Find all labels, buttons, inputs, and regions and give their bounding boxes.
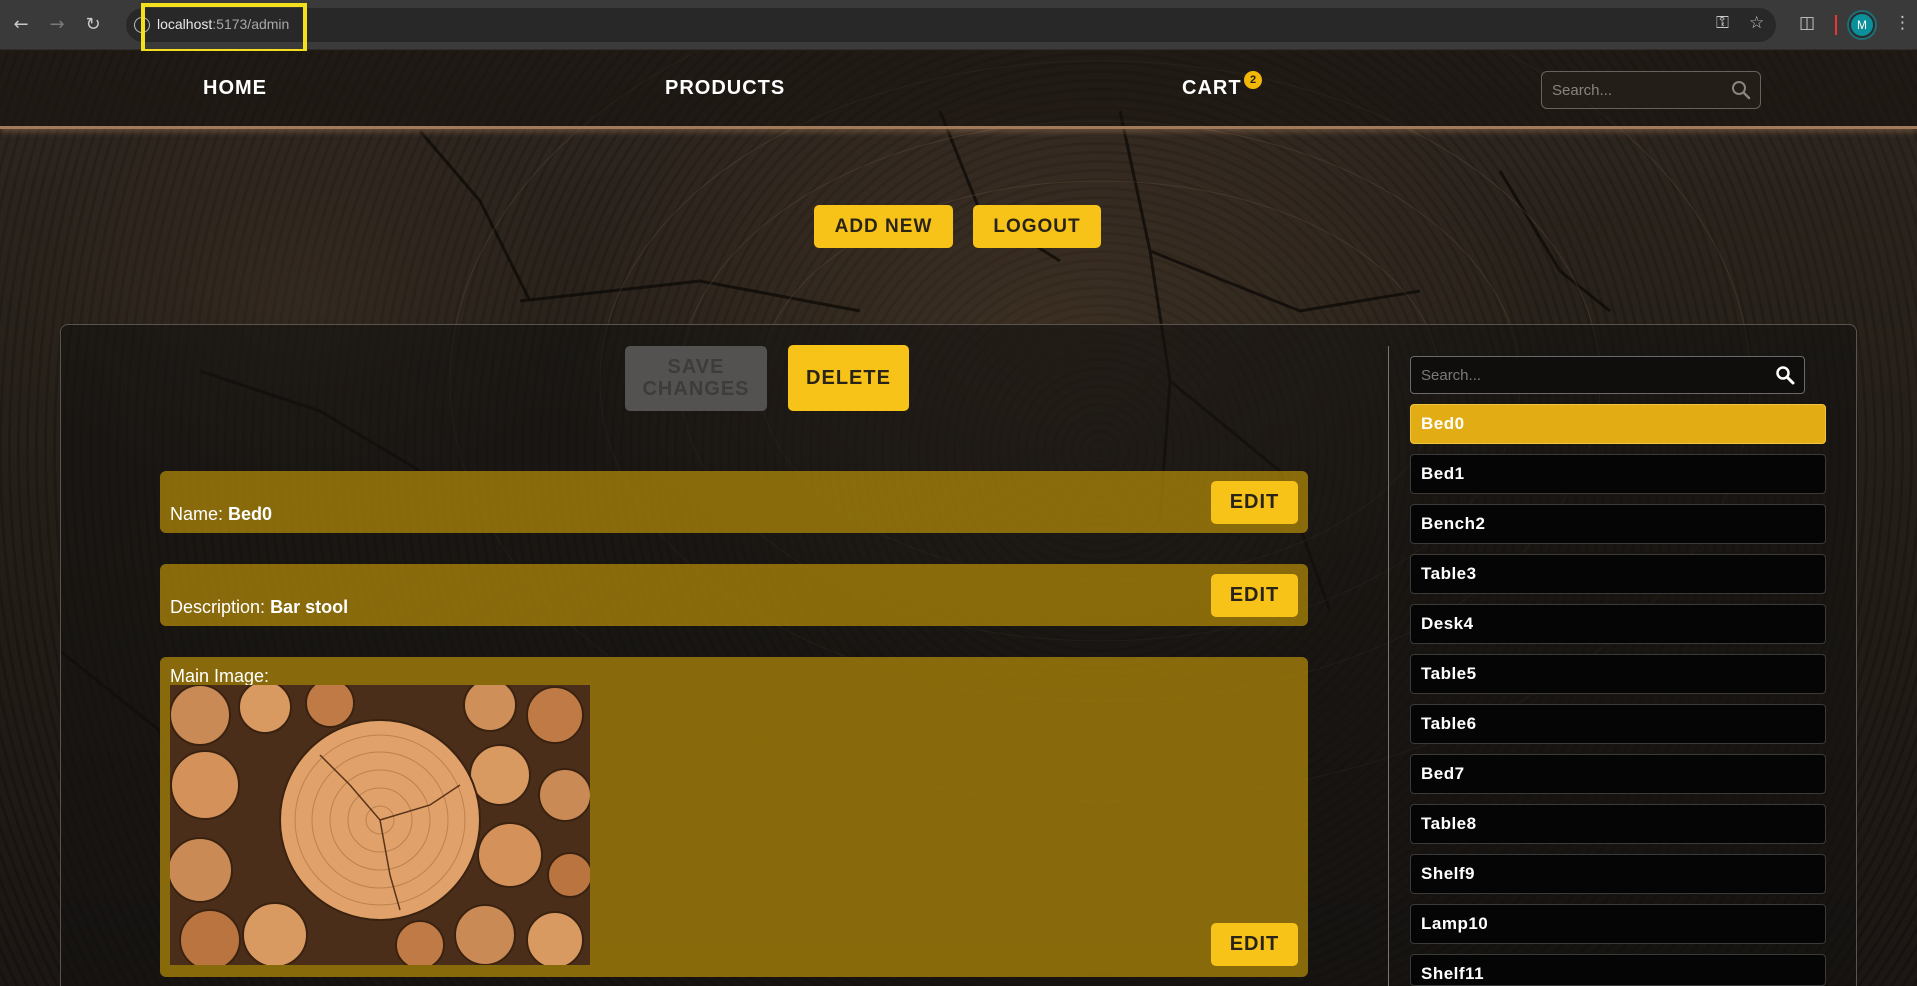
header-search-input[interactable]	[1542, 72, 1727, 108]
add-new-button[interactable]: ADD NEW	[814, 205, 953, 248]
cart-count-badge: 2	[1244, 71, 1262, 89]
password-key-icon[interactable]: ⚿	[1716, 13, 1729, 33]
address-bar[interactable]: i	[126, 8, 1776, 42]
search-icon[interactable]	[1730, 79, 1752, 106]
search-icon[interactable]	[1775, 365, 1795, 390]
panel-divider	[1388, 346, 1389, 986]
nav-home[interactable]: HOME	[203, 77, 267, 100]
extensions-icon[interactable]: ◫	[1799, 13, 1815, 33]
product-item-shelf11[interactable]: Shelf11	[1410, 954, 1826, 986]
name-field: Name: Bed0 EDIT	[160, 471, 1308, 533]
edit-description-button[interactable]: EDIT	[1211, 574, 1298, 617]
profile-avatar[interactable]: M	[1849, 12, 1875, 38]
back-icon[interactable]: ←	[10, 14, 32, 36]
edit-name-button[interactable]: EDIT	[1211, 481, 1298, 524]
bookmark-star-icon[interactable]: ☆	[1749, 13, 1764, 33]
product-item-table3[interactable]: Table3	[1410, 554, 1826, 594]
header-search-box	[1541, 71, 1761, 109]
reload-icon[interactable]: ↻	[82, 14, 104, 36]
forward-icon[interactable]: →	[46, 14, 68, 36]
name-value: Bed0	[228, 504, 273, 524]
save-changes-button[interactable]: SAVE CHANGES	[625, 346, 767, 411]
description-field: Description: Bar stool EDIT	[160, 564, 1308, 626]
description-field-label: Description: Bar stool	[170, 597, 349, 617]
toolbar-divider	[1835, 15, 1837, 35]
product-item-bed1[interactable]: Bed1	[1410, 454, 1826, 494]
main-image-label: Main Image:	[170, 666, 270, 686]
product-search-input[interactable]	[1411, 357, 1761, 393]
description-value: Bar stool	[270, 597, 349, 617]
nav-cart[interactable]: CART	[1182, 77, 1242, 100]
product-item-table8[interactable]: Table8	[1410, 804, 1826, 844]
delete-button[interactable]: DELETE	[788, 345, 909, 411]
name-field-label: Name: Bed0	[170, 504, 273, 524]
product-item-table6[interactable]: Table6	[1410, 704, 1826, 744]
edit-main-image-button[interactable]: EDIT	[1211, 923, 1298, 966]
product-item-desk4[interactable]: Desk4	[1410, 604, 1826, 644]
main-image-preview	[170, 685, 590, 965]
product-item-table5[interactable]: Table5	[1410, 654, 1826, 694]
url-highlight-box	[141, 3, 307, 53]
product-item-shelf9[interactable]: Shelf9	[1410, 854, 1826, 894]
product-item-bed7[interactable]: Bed7	[1410, 754, 1826, 794]
nav-products[interactable]: PRODUCTS	[665, 77, 785, 100]
more-menu-icon[interactable]: ⋮	[1894, 13, 1911, 33]
logout-button[interactable]: LOGOUT	[973, 205, 1101, 248]
product-item-bed0[interactable]: Bed0	[1410, 404, 1826, 444]
product-item-bench2[interactable]: Bench2	[1410, 504, 1826, 544]
product-item-lamp10[interactable]: Lamp10	[1410, 904, 1826, 944]
product-search-box	[1410, 356, 1805, 394]
main-image-field: Main Image: EDIT	[160, 657, 1308, 977]
